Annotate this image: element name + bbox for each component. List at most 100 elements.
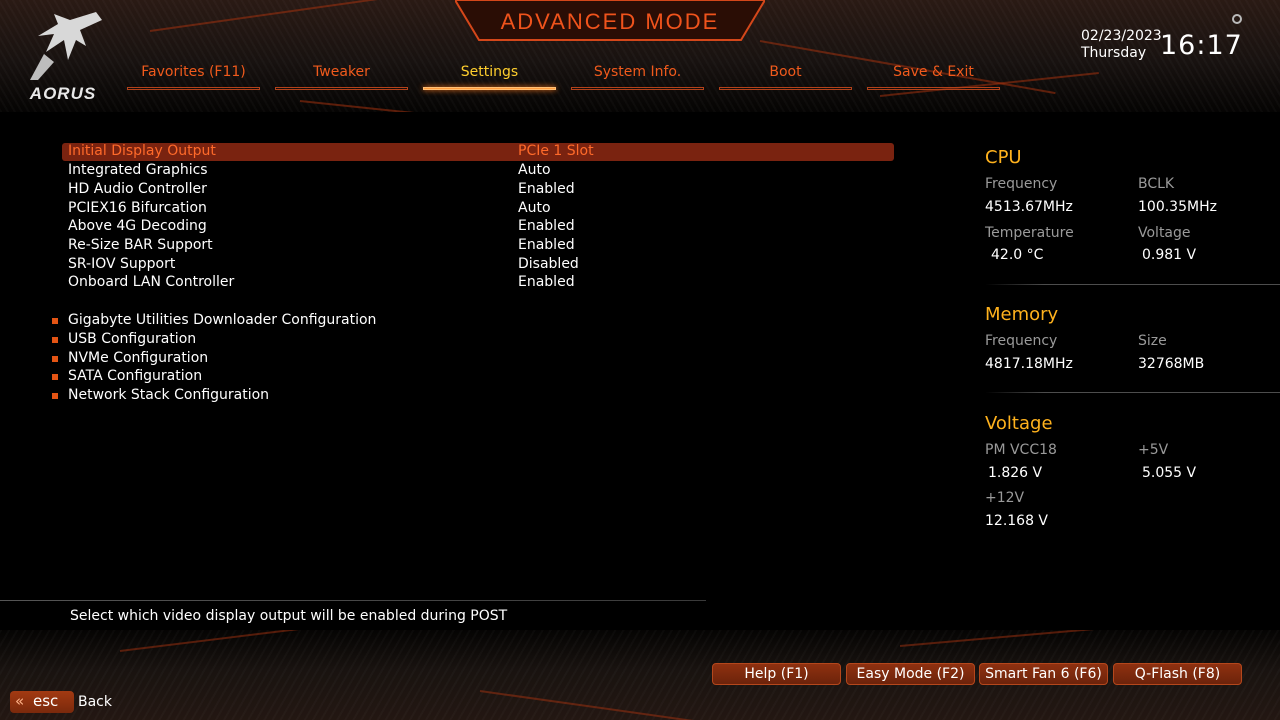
cpu-temperature-value: 42.0 °C: [991, 247, 1044, 263]
smart-fan-f6-button[interactable]: Smart Fan 6 (F6): [979, 663, 1108, 685]
tab-label: System Info.: [593, 64, 682, 80]
tab-boot[interactable]: Boot: [719, 64, 852, 90]
cpu-frequency-label: Frequency: [985, 176, 1058, 192]
day-text: Thursday: [1081, 45, 1147, 61]
cpu-frequency-value: 4513.67MHz: [985, 199, 1073, 215]
setting-value: Enabled: [518, 274, 575, 290]
setting-value: Auto: [518, 162, 551, 178]
submenu-bullet-icon: [52, 374, 58, 380]
submenu-usb-configuration[interactable]: USB Configuration: [52, 331, 652, 349]
help-f1-button[interactable]: Help (F1): [712, 663, 841, 685]
submenu-label: USB Configuration: [68, 331, 197, 347]
tab-label: Save & Exit: [893, 64, 974, 80]
memory-section-title: Memory: [985, 304, 1059, 325]
setting-resize-bar-support[interactable]: Re-Size BAR Support Enabled: [62, 237, 894, 255]
tab-underline: [423, 87, 556, 90]
voltage-section-title: Voltage: [985, 413, 1053, 434]
header-bar: ADVANCED MODE AORUS Favorites (F11) Twea…: [0, 0, 1280, 112]
tab-favorites[interactable]: Favorites (F11): [127, 64, 260, 90]
setting-sr-iov-support[interactable]: SR-IOV Support Disabled: [62, 256, 894, 274]
submenu-gigabyte-utilities-downloader[interactable]: Gigabyte Utilities Downloader Configurat…: [52, 312, 652, 330]
setting-label: PCIEX16 Bifurcation: [68, 200, 207, 216]
cpu-voltage-label: Voltage: [1138, 225, 1191, 241]
submenu-label: Gigabyte Utilities Downloader Configurat…: [68, 312, 377, 328]
setting-label: HD Audio Controller: [68, 181, 207, 197]
tab-underline: [571, 87, 704, 90]
panel-divider: [985, 392, 1280, 393]
setting-label: Re-Size BAR Support: [68, 237, 213, 253]
memory-size-label: Size: [1138, 333, 1167, 349]
setting-value: Enabled: [518, 181, 575, 197]
tab-label: Boot: [769, 64, 802, 80]
setting-label: Initial Display Output: [68, 143, 216, 159]
setting-label: Onboard LAN Controller: [68, 274, 235, 290]
cpu-temperature-label: Temperature: [985, 225, 1074, 241]
pm-vcc18-label: PM VCC18: [985, 442, 1057, 458]
tab-settings[interactable]: Settings: [423, 64, 556, 90]
datetime-display: 02/23/2023 Thursday 16:17: [1081, 28, 1266, 68]
cpu-voltage-value: 0.981 V: [1142, 247, 1197, 263]
plus-5v-value: 5.055 V: [1142, 465, 1197, 481]
setting-pciex16-bifurcation[interactable]: PCIEX16 Bifurcation Auto: [62, 200, 894, 218]
submenu-bullet-icon: [52, 337, 58, 343]
memory-size-value: 32768MB: [1138, 356, 1205, 372]
setting-value: Enabled: [518, 218, 575, 234]
cpu-section-title: CPU: [985, 147, 1022, 168]
panel-divider: [985, 284, 1280, 285]
esc-label: esc: [33, 692, 59, 710]
aorus-logo: AORUS: [18, 10, 108, 103]
setting-label: Integrated Graphics: [68, 162, 208, 178]
submenu-label: NVMe Configuration: [68, 350, 209, 366]
page-title: ADVANCED MODE: [500, 9, 720, 34]
setting-value: Enabled: [518, 237, 575, 253]
submenu-network-stack-configuration[interactable]: Network Stack Configuration: [52, 387, 652, 405]
submenu-bullet-icon: [52, 318, 58, 324]
help-divider: [0, 600, 706, 601]
submenu-sata-configuration[interactable]: SATA Configuration: [52, 368, 652, 386]
setting-hd-audio-controller[interactable]: HD Audio Controller Enabled: [62, 181, 894, 199]
setting-initial-display-output[interactable]: Initial Display Output PCIe 1 Slot: [62, 143, 894, 161]
easy-mode-f2-button[interactable]: Easy Mode (F2): [846, 663, 975, 685]
clock-text: 16:17: [1160, 30, 1243, 61]
plus-12v-value: 12.168 V: [985, 513, 1049, 529]
tab-tweaker[interactable]: Tweaker: [275, 64, 408, 90]
setting-label: Above 4G Decoding: [68, 218, 207, 234]
title-plate: ADVANCED MODE: [455, 0, 765, 42]
falcon-icon: [30, 12, 102, 80]
q-flash-f8-button[interactable]: Q-Flash (F8): [1113, 663, 1242, 685]
tab-underline: [275, 87, 408, 90]
settings-dot-icon[interactable]: [1232, 14, 1242, 24]
date-text: 02/23/2023: [1081, 28, 1162, 44]
setting-integrated-graphics[interactable]: Integrated Graphics Auto: [62, 162, 894, 180]
memory-frequency-value: 4817.18MHz: [985, 356, 1073, 372]
tab-bar: Favorites (F11) Tweaker Settings System …: [127, 64, 1007, 94]
submenu-nvme-configuration[interactable]: NVMe Configuration: [52, 350, 652, 368]
setting-value: PCIe 1 Slot: [518, 143, 594, 159]
hardware-monitor-panel: CPU Frequency BCLK 4513.67MHz 100.35MHz …: [985, 140, 1280, 560]
tab-system-info[interactable]: System Info.: [571, 64, 704, 90]
memory-frequency-label: Frequency: [985, 333, 1058, 349]
help-description: Select which video display output will b…: [70, 608, 508, 624]
tab-underline: [719, 87, 852, 90]
back-label[interactable]: Back: [78, 694, 112, 710]
tab-label: Favorites (F11): [141, 64, 246, 80]
tab-save-exit[interactable]: Save & Exit: [867, 64, 1000, 90]
setting-above-4g-decoding[interactable]: Above 4G Decoding Enabled: [62, 218, 894, 236]
plus-12v-label: +12V: [985, 490, 1025, 506]
esc-button[interactable]: « esc: [10, 691, 74, 713]
cpu-bclk-label: BCLK: [1138, 176, 1175, 192]
double-chevron-left-icon: «: [15, 692, 25, 710]
setting-value: Auto: [518, 200, 551, 216]
tab-label: Tweaker: [313, 64, 370, 80]
setting-label: SR-IOV Support: [68, 256, 176, 272]
setting-onboard-lan-controller[interactable]: Onboard LAN Controller Enabled: [62, 274, 894, 292]
setting-value: Disabled: [518, 256, 579, 272]
logo-text: AORUS: [29, 84, 97, 103]
submenu-bullet-icon: [52, 393, 58, 399]
cpu-bclk-value: 100.35MHz: [1138, 199, 1217, 215]
pm-vcc18-value: 1.826 V: [988, 465, 1043, 481]
submenu-label: Network Stack Configuration: [68, 387, 270, 403]
submenu-label: SATA Configuration: [68, 368, 203, 384]
plus-5v-label: +5V: [1138, 442, 1169, 458]
tab-underline: [867, 87, 1000, 90]
